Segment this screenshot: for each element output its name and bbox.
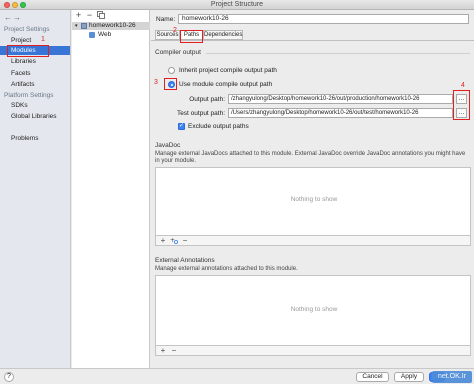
tree-item-label: Web (98, 31, 112, 38)
remove-annotation-button[interactable]: − (169, 346, 179, 356)
annotation-number-3: 3 (154, 79, 158, 86)
inherit-output-label: Inherit project compile output path (179, 67, 277, 74)
tab-dependencies[interactable]: Dependencies (203, 30, 243, 40)
exclude-output-checkbox[interactable]: ✓ (178, 123, 185, 130)
add-javadoc-url-icon[interactable]: + (169, 236, 179, 246)
dialog-footer: ? Cancel Apply OK (0, 368, 474, 384)
external-annotations-header: External Annotations (155, 257, 215, 264)
annotation-number-2: 2 (173, 27, 177, 34)
compiler-output-header: Compiler output (155, 49, 201, 56)
annotation-number-1: 1 (41, 36, 45, 43)
annotation-box-module-radio (164, 78, 177, 90)
javadoc-list[interactable]: Nothing to show (155, 167, 471, 236)
sidebar-item-global-libraries[interactable]: Global Libraries (10, 112, 68, 121)
external-annotations-toolbar: + − (155, 346, 471, 356)
sidebar-item-facets[interactable]: Facets (10, 69, 68, 78)
window-titlebar: Project Structure (0, 0, 474, 10)
javadoc-empty-text: Nothing to show (290, 196, 338, 203)
site-watermark: net.OK.Ir (432, 371, 472, 383)
sidebar-item-problems[interactable]: Problems (10, 134, 68, 143)
remove-module-button[interactable]: − (85, 11, 94, 20)
sidebar-item-sdks[interactable]: SDKs (10, 101, 68, 110)
settings-sidebar: ← → Project Settings Project Modules Lib… (0, 10, 71, 368)
add-annotation-button[interactable]: + (158, 346, 168, 356)
chevron-down-icon[interactable]: ▾ (75, 22, 78, 30)
inherit-output-radio[interactable] (168, 67, 175, 74)
window-title: Project Structure (210, 1, 264, 8)
web-facet-icon (89, 32, 95, 38)
javadoc-toolbar: + + − (155, 236, 471, 246)
external-annotations-list[interactable]: Nothing to show (155, 275, 471, 346)
apply-button[interactable]: Apply (394, 372, 424, 382)
annotation-box-modules (7, 45, 49, 57)
external-annotations-description: Manage external annotations attached to … (155, 266, 298, 272)
test-output-path-input[interactable]: /Users/zhangyulong/Desktop/homework10-26… (228, 108, 453, 118)
sidebar-item-libraries[interactable]: Libraries (10, 57, 68, 66)
project-settings-header: Project Settings (4, 26, 50, 33)
external-annotations-empty-text: Nothing to show (290, 306, 338, 313)
tree-item-homework-module[interactable]: ▾ homework10-26 (72, 22, 150, 30)
copy-icon[interactable] (96, 11, 105, 20)
module-name-input[interactable]: homework10-26 (178, 14, 469, 24)
annotation-box-browse-buttons (453, 90, 470, 120)
remove-javadoc-button[interactable]: − (180, 236, 190, 246)
annotation-box-paths-tab (180, 30, 203, 43)
tree-item-web-facet[interactable]: Web (72, 31, 150, 39)
javadoc-header: JavaDoc (155, 142, 181, 149)
test-output-path-label: Test output path: (176, 110, 225, 117)
group-divider (206, 53, 470, 54)
platform-settings-header: Platform Settings (4, 92, 54, 99)
annotation-number-4: 4 (461, 82, 465, 89)
output-path-label: Output path: (189, 96, 225, 103)
exclude-output-label: Exclude output paths (188, 123, 249, 130)
module-tree-pane: + − ▾ homework10-26 Web (72, 10, 150, 368)
use-module-output-label: Use module compile output path (179, 81, 273, 88)
javadoc-description: Manage external JavaDocs attached to thi… (155, 151, 466, 164)
add-javadoc-button[interactable]: + (158, 236, 168, 246)
tree-item-label: homework10-26 (89, 22, 136, 29)
module-settings-panel: Name: homework10-26 Sources Paths Depend… (151, 10, 474, 368)
sidebar-item-artifacts[interactable]: Artifacts (10, 80, 68, 89)
cancel-button[interactable]: Cancel (356, 372, 389, 382)
sidebar-item-project[interactable]: Project (10, 36, 68, 45)
arrow-right-icon[interactable]: → (13, 13, 21, 22)
module-folder-icon (81, 23, 87, 29)
help-button[interactable]: ? (4, 372, 14, 382)
output-path-input[interactable]: /zhangyulong/Desktop/homework10-26/out/p… (228, 94, 453, 104)
add-module-button[interactable]: + (74, 11, 83, 20)
name-label: Name: (156, 16, 176, 23)
arrow-left-icon[interactable]: ← (4, 13, 12, 22)
